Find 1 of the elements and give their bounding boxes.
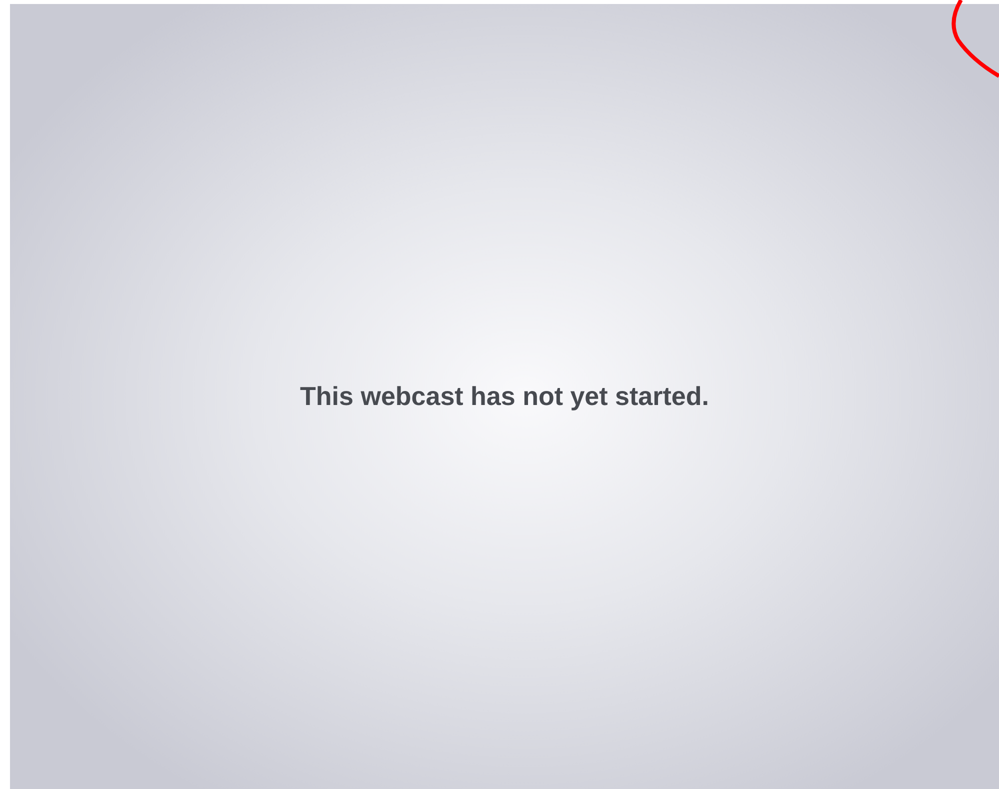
status-message: This webcast has not yet started.: [300, 380, 709, 413]
